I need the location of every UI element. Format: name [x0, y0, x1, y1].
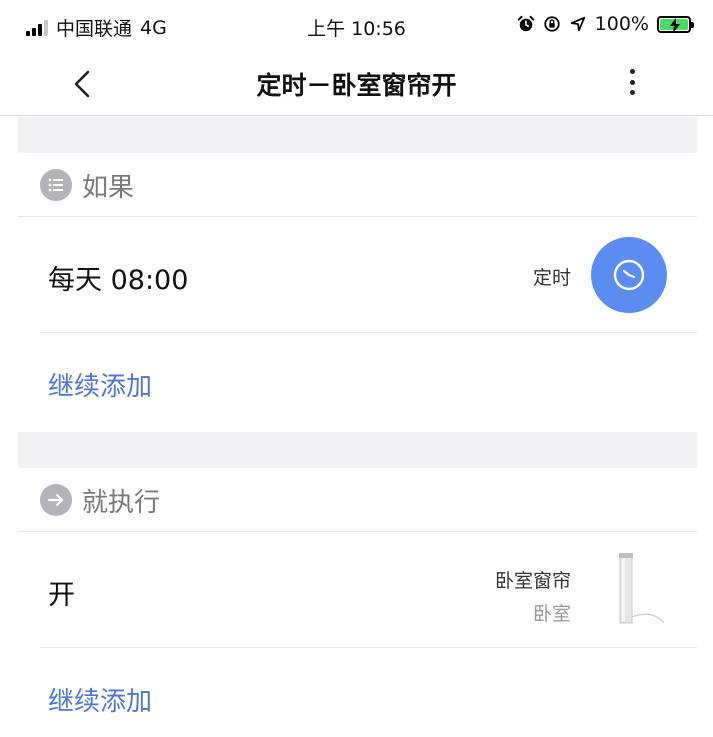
list-icon — [40, 169, 72, 201]
navigation-bar: 定时－卧室窗帘开 — [0, 54, 713, 116]
status-right: 100% — [517, 13, 694, 35]
page-title: 定时－卧室窗帘开 — [256, 71, 457, 100]
section-separator — [18, 117, 697, 153]
alarm-icon — [517, 15, 534, 32]
battery-percent: 100% — [594, 13, 649, 35]
add-action-link[interactable]: 继续添加 — [48, 681, 152, 718]
condition-type-label: 定时 — [532, 267, 571, 289]
action-section-label: 就执行 — [82, 488, 161, 518]
device-name: 卧室窗帘 — [494, 570, 571, 592]
action-row[interactable]: 开 卧室窗帘 卧室 — [40, 533, 697, 648]
condition-section-label: 如果 — [82, 173, 135, 203]
curtain-device-icon — [619, 553, 665, 624]
clock-badge — [591, 237, 667, 313]
clock-icon — [613, 259, 645, 291]
more-options-icon[interactable] — [617, 66, 647, 98]
status-bar: 中国联通 4G 上午 10:56 100% — [0, 0, 713, 54]
orientation-lock-icon — [544, 16, 560, 32]
arrow-right-icon — [40, 484, 72, 516]
section-separator — [18, 432, 697, 468]
condition-row[interactable]: 每天 08:00 定时 — [40, 218, 697, 333]
action-section-header: 就执行 — [18, 468, 697, 532]
condition-section-header: 如果 — [18, 153, 697, 217]
add-condition-link[interactable]: 继续添加 — [48, 366, 152, 403]
device-room: 卧室 — [532, 603, 571, 625]
action-text: 开 — [48, 580, 75, 611]
condition-time-text: 每天 08:00 — [48, 265, 189, 296]
location-arrow-icon — [570, 16, 585, 32]
battery-icon — [657, 15, 694, 33]
